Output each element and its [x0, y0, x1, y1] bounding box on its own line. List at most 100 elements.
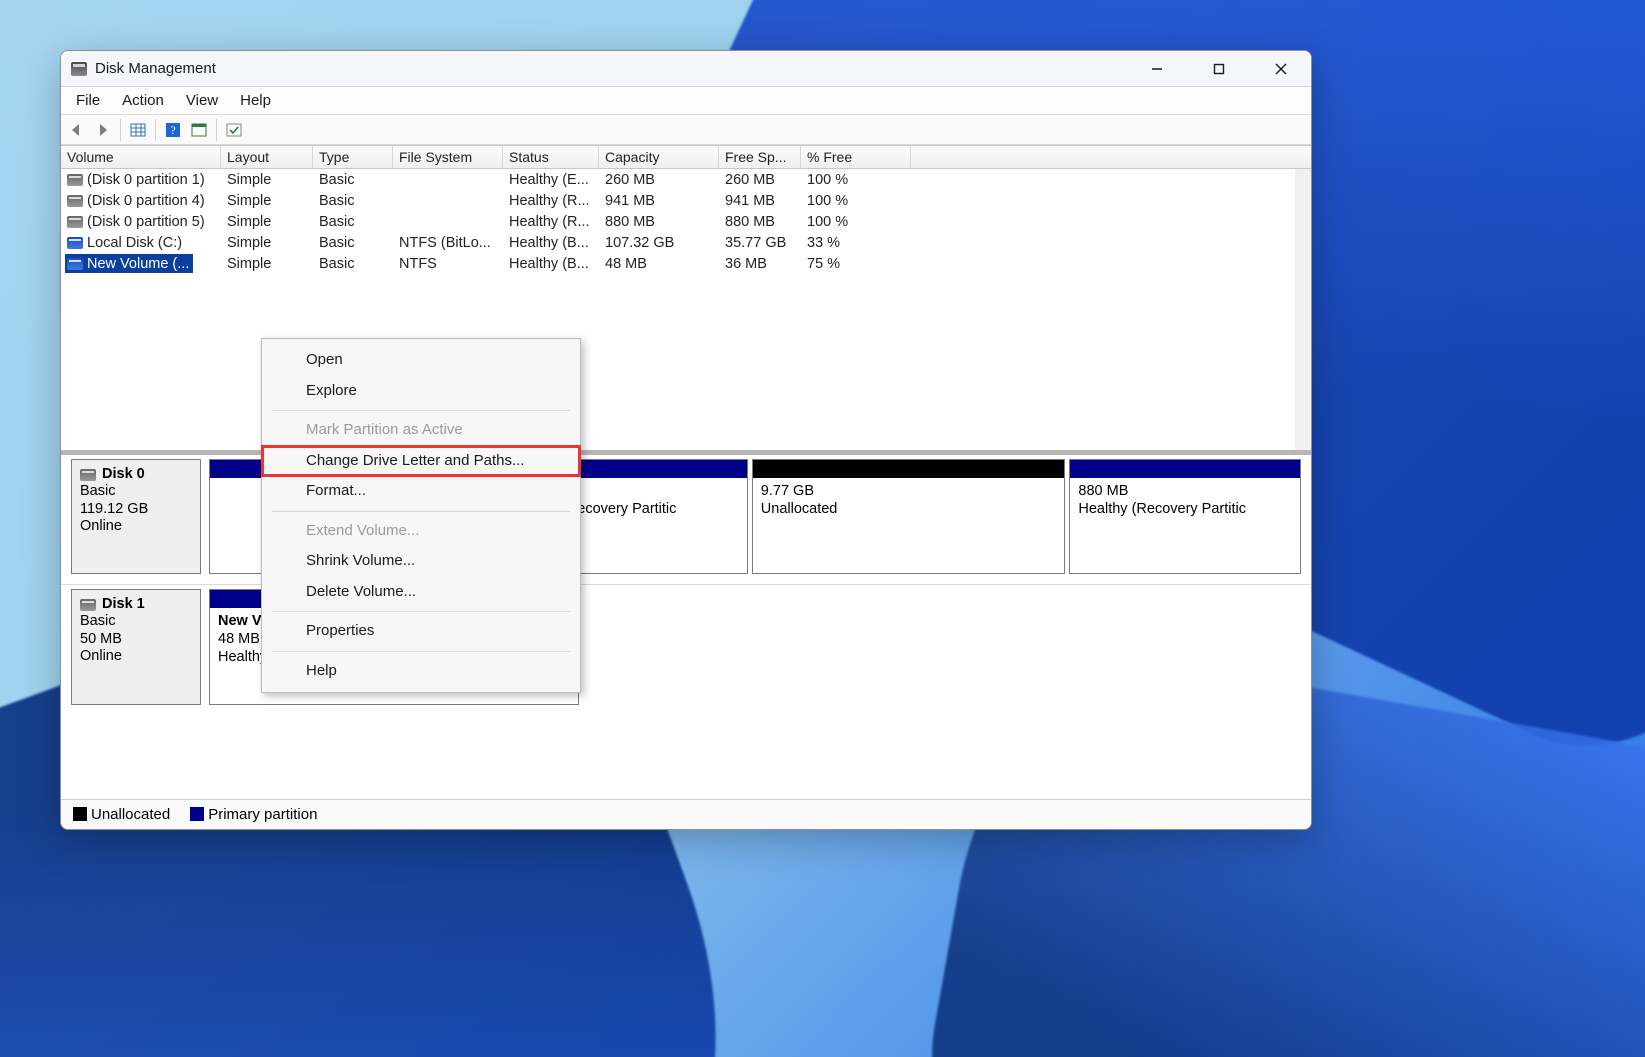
volume-name: New Volume (...	[87, 256, 189, 272]
volume-name-cell: (Disk 0 partition 4)	[61, 193, 221, 209]
cell-pct: 100 %	[801, 172, 911, 188]
context-menu-separator	[272, 651, 570, 652]
drive-icon	[67, 237, 83, 249]
context-menu-item[interactable]: Open	[262, 345, 580, 376]
context-menu-item[interactable]: Properties	[262, 616, 580, 647]
cell-capacity: 48 MB	[599, 256, 719, 272]
nav-back-button[interactable]	[65, 118, 89, 142]
disk-icon	[80, 469, 96, 481]
cell-type: Basic	[313, 235, 393, 251]
volume-row[interactable]: Local Disk (C:)SimpleBasicNTFS (BitLo...…	[61, 232, 1311, 253]
cell-type: Basic	[313, 172, 393, 188]
toolbar-separator	[120, 119, 121, 141]
legend-primary: Primary partition	[190, 806, 317, 823]
cell-pct: 100 %	[801, 214, 911, 230]
partition-body: 880 MBHealthy (Recovery Partitic	[1070, 478, 1300, 522]
disk-row: Disk 1Basic50 MBOnlineNew Volume (D:)48 …	[61, 585, 1311, 715]
volume-row[interactable]: (Disk 0 partition 1)SimpleBasicHealthy (…	[61, 169, 1311, 190]
volume-list: Volume Layout Type File System Status Ca…	[61, 145, 1311, 455]
drive-icon	[67, 195, 83, 207]
maximize-button[interactable]	[1197, 53, 1241, 85]
list-scrollbar[interactable]	[1295, 169, 1311, 450]
legend-unallocated-label: Unallocated	[91, 806, 170, 823]
toolbar-window-button[interactable]	[187, 118, 211, 142]
minimize-button[interactable]	[1135, 53, 1179, 85]
disk-name: Disk 1	[102, 596, 145, 613]
cell-fs: NTFS (BitLo...	[393, 235, 503, 251]
partition-line2: 9.77 GB	[761, 482, 1057, 500]
cell-capacity: 260 MB	[599, 172, 719, 188]
window-icon	[191, 122, 207, 138]
context-menu-item[interactable]: Delete Volume...	[262, 577, 580, 608]
cell-capacity: 107.32 GB	[599, 235, 719, 251]
volume-row[interactable]: New Volume (...SimpleBasicNTFSHealthy (B…	[61, 253, 1311, 274]
close-icon	[1275, 63, 1287, 75]
toolbar-grid-button[interactable]	[126, 118, 150, 142]
col-pctfree[interactable]: % Free	[801, 146, 911, 168]
context-menu-item[interactable]: Explore	[262, 376, 580, 407]
col-free[interactable]: Free Sp...	[719, 146, 801, 168]
nav-forward-button[interactable]	[91, 118, 115, 142]
context-menu-item[interactable]: Help	[262, 656, 580, 687]
context-menu-item[interactable]: Format...	[262, 476, 580, 507]
grid-icon	[130, 122, 146, 138]
menu-view[interactable]: View	[177, 90, 227, 111]
col-volume[interactable]: Volume	[61, 146, 221, 168]
help-icon: ?	[165, 122, 181, 138]
disk-type: Basic	[80, 613, 192, 630]
close-button[interactable]	[1259, 53, 1303, 85]
minimize-icon	[1151, 63, 1163, 75]
disk-size: 50 MB	[80, 631, 192, 648]
cell-pct: 75 %	[801, 256, 911, 272]
col-layout[interactable]: Layout	[221, 146, 313, 168]
drive-icon	[67, 216, 83, 228]
volume-row[interactable]: (Disk 0 partition 5)SimpleBasicHealthy (…	[61, 211, 1311, 232]
volume-list-body[interactable]: (Disk 0 partition 1)SimpleBasicHealthy (…	[61, 169, 1311, 450]
partition-line3: Unallocated	[761, 500, 1057, 518]
cell-free: 260 MB	[719, 172, 801, 188]
disk-info-panel[interactable]: Disk 1Basic50 MBOnline	[71, 589, 201, 705]
disk-state: Online	[80, 648, 192, 665]
cell-free: 36 MB	[719, 256, 801, 272]
partition-body: 9.77 GBUnallocated	[753, 478, 1065, 522]
toolbar-separator	[155, 119, 156, 141]
context-menu-item[interactable]: Shrink Volume...	[262, 546, 580, 577]
cell-status: Healthy (B...	[503, 235, 599, 251]
cell-type: Basic	[313, 214, 393, 230]
disk-row: Disk 0Basic119.12 GBOnlineter Encrypted)…	[61, 455, 1311, 585]
partition[interactable]: 880 MBHealthy (Recovery Partitic	[1069, 459, 1301, 574]
legend-unallocated: Unallocated	[73, 806, 170, 823]
partition-unallocated[interactable]: 9.77 GBUnallocated	[752, 459, 1066, 574]
col-type[interactable]: Type	[313, 146, 393, 168]
cell-capacity: 941 MB	[599, 193, 719, 209]
partition-header	[753, 460, 1065, 478]
context-menu-separator	[272, 611, 570, 612]
drive-icon	[67, 174, 83, 186]
toolbar-help-button[interactable]: ?	[161, 118, 185, 142]
context-menu-separator	[272, 511, 570, 512]
cell-layout: Simple	[221, 214, 313, 230]
disk-type: Basic	[80, 483, 192, 500]
swatch-unallocated-icon	[73, 807, 87, 821]
volume-name: (Disk 0 partition 5)	[87, 214, 205, 230]
menu-help[interactable]: Help	[231, 90, 280, 111]
context-menu-item[interactable]: Change Drive Letter and Paths...	[262, 446, 580, 477]
volume-name: (Disk 0 partition 1)	[87, 172, 205, 188]
volume-name: (Disk 0 partition 4)	[87, 193, 205, 209]
cell-status: Healthy (E...	[503, 172, 599, 188]
col-capacity[interactable]: Capacity	[599, 146, 719, 168]
toolbar: ?	[61, 115, 1311, 145]
menu-action[interactable]: Action	[113, 90, 173, 111]
cell-layout: Simple	[221, 235, 313, 251]
cell-free: 941 MB	[719, 193, 801, 209]
menu-file[interactable]: File	[67, 90, 109, 111]
col-filesystem[interactable]: File System	[393, 146, 503, 168]
partition-line3: Healthy (Recovery Partitic	[1078, 500, 1292, 518]
volume-row[interactable]: (Disk 0 partition 4)SimpleBasicHealthy (…	[61, 190, 1311, 211]
disk-info-panel[interactable]: Disk 0Basic119.12 GBOnline	[71, 459, 201, 574]
cell-layout: Simple	[221, 256, 313, 272]
col-status[interactable]: Status	[503, 146, 599, 168]
cell-type: Basic	[313, 193, 393, 209]
app-icon	[71, 62, 87, 76]
toolbar-list-button[interactable]	[222, 118, 246, 142]
